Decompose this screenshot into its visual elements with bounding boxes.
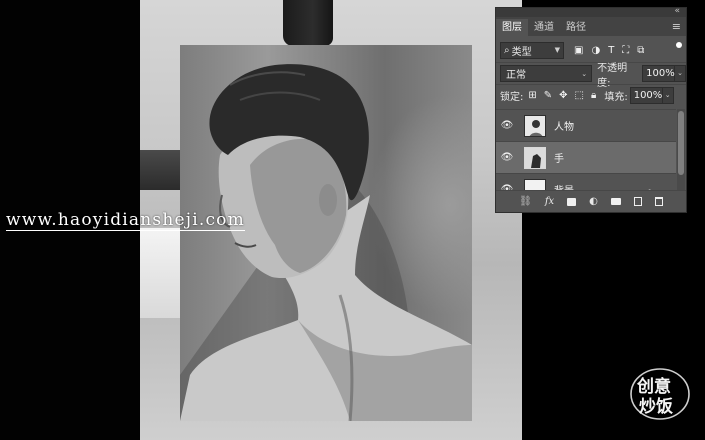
- new-group-icon[interactable]: [610, 198, 621, 205]
- smart-object-filter-icon[interactable]: ⧉: [637, 45, 644, 56]
- lock-position-icon[interactable]: ✥: [559, 90, 567, 101]
- scrollbar-thumb[interactable]: [678, 111, 684, 175]
- layer-thumbnail: [524, 146, 546, 169]
- person-thumbnail-icon: [525, 115, 545, 136]
- adjustment-filter-icon[interactable]: ◑: [591, 45, 600, 56]
- layers-panel: « 图层 通道 路径 ≡ ⌕ 类型 ▼ ▣ ◑ T ⛶ ⧉ 正常 ⌄ 不透明度:…: [495, 6, 687, 213]
- panel-tab-bar: 图层 通道 路径 ≡: [496, 17, 686, 36]
- shape-filter-icon[interactable]: ⛶: [622, 45, 629, 56]
- tab-channels[interactable]: 通道: [528, 19, 560, 36]
- filter-icons-group: ▣ ◑ T ⛶ ⧉: [574, 45, 644, 56]
- layers-list: 👁︎ 人物 👁︎ 手 👁︎ 背景: [496, 109, 676, 191]
- layer-name[interactable]: 人物: [554, 118, 574, 133]
- search-icon: ⌕: [504, 44, 510, 56]
- fill-dropdown-icon[interactable]: ⌄: [662, 87, 674, 104]
- fill-input[interactable]: 100%: [629, 87, 663, 104]
- fill-label: 填充:: [604, 92, 628, 103]
- layer-filter-row: ⌕ 类型 ▼ ▣ ◑ T ⛶ ⧉: [496, 39, 686, 61]
- image-filter-icon[interactable]: ▣: [574, 45, 583, 56]
- opacity-dropdown-icon[interactable]: ⌄: [675, 65, 687, 82]
- brand-logo-watermark: 创意 炒饭: [630, 368, 690, 420]
- lock-pixels-icon[interactable]: ⊞: [528, 90, 536, 101]
- lock-all-icon[interactable]: 🔒︎: [591, 90, 596, 101]
- layers-scrollbar[interactable]: [677, 109, 685, 191]
- lock-fill-row: 锁定: ⊞ ✎ ✥ ⬚ 🔒︎ 填充: 100% ⌄: [496, 84, 686, 106]
- layers-bottom-toolbar: ⛓ fx ◐: [496, 190, 686, 212]
- layer-row-person[interactable]: 👁︎ 人物: [496, 110, 676, 142]
- panel-title-bar[interactable]: «: [496, 6, 686, 17]
- website-url-watermark: www.haoyidiansheji.com: [6, 210, 245, 231]
- lock-icons-group: ⊞ ✎ ✥ ⬚ 🔒︎: [528, 90, 596, 101]
- layer-row-background[interactable]: 👁︎ 背景 🔒︎: [496, 174, 676, 191]
- add-mask-icon[interactable]: [567, 197, 577, 206]
- lock-artboard-icon[interactable]: ⬚: [575, 90, 584, 101]
- chevron-down-icon: ⌄: [581, 69, 588, 78]
- lock-label: 锁定:: [500, 92, 524, 103]
- new-layer-icon[interactable]: [633, 197, 642, 206]
- fx-icon[interactable]: fx: [545, 196, 554, 207]
- collapse-icon[interactable]: «: [674, 6, 680, 17]
- adjustment-layer-icon[interactable]: ◐: [589, 196, 598, 207]
- chevron-down-icon: ▼: [554, 46, 560, 54]
- blend-opacity-row: 正常 ⌄ 不透明度: 100% ⌄: [496, 62, 687, 89]
- blend-mode-value: 正常: [506, 70, 526, 81]
- panel-menu-icon[interactable]: ≡: [672, 20, 681, 33]
- tab-paths[interactable]: 路径: [560, 19, 592, 36]
- delete-layer-icon[interactable]: [654, 197, 663, 206]
- background-dark-streak: [140, 150, 180, 190]
- visibility-eye-icon[interactable]: 👁︎: [496, 152, 518, 163]
- svg-text:炒饭: 炒饭: [639, 396, 673, 417]
- layer-row-hand[interactable]: 👁︎ 手: [496, 142, 676, 174]
- type-filter-icon[interactable]: T: [608, 45, 614, 56]
- filter-toggle-icon[interactable]: [676, 42, 682, 48]
- layer-filter-select[interactable]: ⌕ 类型 ▼: [500, 41, 564, 59]
- portrait-illustration: [180, 64, 472, 421]
- svg-text:创意: 创意: [636, 376, 671, 397]
- portrait-photo[interactable]: [180, 45, 472, 421]
- layer-thumbnail: [524, 114, 546, 137]
- hand-thumbnail-icon: [525, 147, 545, 168]
- lock-paint-icon[interactable]: ✎: [544, 90, 552, 101]
- background-light-streak: [140, 228, 180, 318]
- blend-mode-select[interactable]: 正常 ⌄: [500, 65, 593, 82]
- opacity-input[interactable]: 100%: [642, 65, 676, 82]
- filter-kind-label: 类型: [511, 46, 532, 58]
- hand-layer-shape[interactable]: [283, 0, 333, 46]
- visibility-eye-icon[interactable]: 👁︎: [496, 120, 518, 131]
- layer-name[interactable]: 手: [554, 150, 564, 165]
- tab-layers[interactable]: 图层: [496, 19, 528, 36]
- link-layers-icon[interactable]: ⛓: [519, 196, 532, 207]
